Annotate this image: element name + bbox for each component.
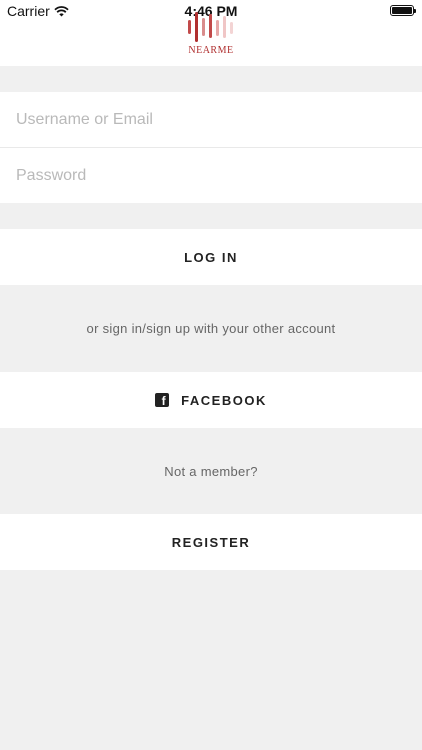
- logo-wordmark: NEARME: [188, 45, 234, 56]
- register-button[interactable]: REGISTER: [0, 514, 422, 570]
- username-field-container: [0, 92, 422, 147]
- facebook-icon: f: [155, 393, 170, 408]
- battery-icon: [390, 5, 416, 16]
- login-button[interactable]: LOG IN: [0, 229, 422, 285]
- password-field-container: [0, 148, 422, 203]
- not-member-text: Not a member?: [164, 464, 258, 479]
- login-label: LOG IN: [184, 249, 238, 265]
- register-label: REGISTER: [171, 534, 251, 550]
- username-input[interactable]: [0, 92, 422, 147]
- facebook-label: FACEBOOK: [181, 392, 267, 408]
- password-input[interactable]: [0, 148, 422, 203]
- social-signin-text: or sign in/sign up with your other accou…: [86, 321, 336, 336]
- nearme-logo-icon: [188, 12, 233, 42]
- app-header: Carrier 4:46 PM NEARME: [0, 0, 422, 66]
- facebook-button[interactable]: f FACEBOOK: [0, 372, 422, 428]
